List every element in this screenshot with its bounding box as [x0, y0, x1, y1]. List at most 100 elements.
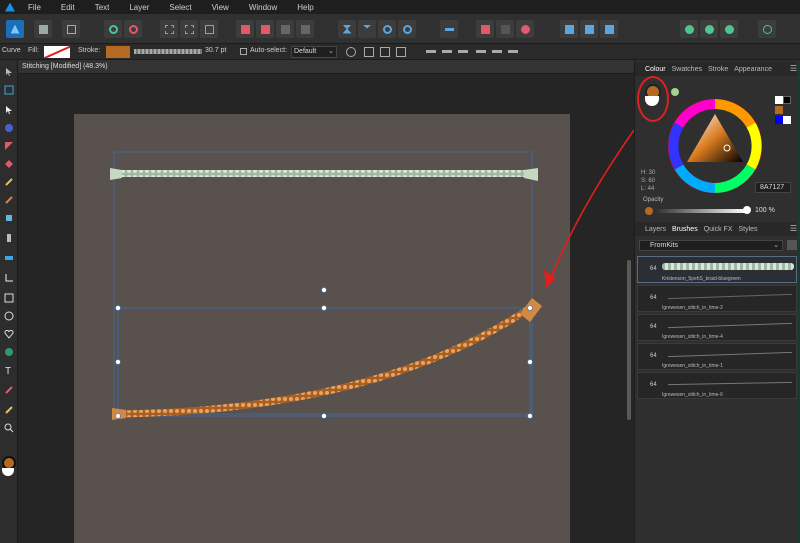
- transparency-tool-icon[interactable]: [3, 252, 15, 264]
- align-bottom-icon[interactable]: [508, 50, 518, 53]
- tab-colour[interactable]: Colour: [645, 66, 666, 73]
- rectangle-tool-icon[interactable]: [3, 292, 15, 304]
- menu-file[interactable]: File: [20, 3, 53, 12]
- boolean-divide-icon[interactable]: [560, 20, 578, 38]
- braid-bluegreen-stroke[interactable]: [114, 170, 536, 177]
- autoselect-dropdown[interactable]: Default ⌄: [291, 46, 337, 58]
- zoom-tool-icon[interactable]: [3, 422, 15, 434]
- preview-icon[interactable]: [720, 20, 738, 38]
- vertical-scrollbar[interactable]: [627, 260, 631, 420]
- corner-tool-icon[interactable]: [3, 140, 15, 152]
- show-bbox-icon[interactable]: [396, 47, 406, 57]
- eyedropper-tool-icon[interactable]: [3, 384, 15, 396]
- recent-swatch-blue[interactable]: [775, 116, 783, 124]
- ellipse-tool-icon[interactable]: [3, 310, 15, 322]
- shape-tool-icon[interactable]: [3, 346, 15, 358]
- autoselect-checkbox[interactable]: [240, 48, 247, 55]
- hex-input[interactable]: 8A7127: [755, 182, 791, 193]
- stroke-width-value[interactable]: 30.7 pt: [205, 47, 226, 54]
- brush-item[interactable]: 64 Igrewesen_stitch_in_time-1: [637, 343, 797, 370]
- rotate-right-icon[interactable]: [398, 20, 416, 38]
- menu-layer[interactable]: Layer: [121, 3, 161, 12]
- node-tool-icon[interactable]: [3, 104, 15, 116]
- order-back-icon[interactable]: [236, 20, 254, 38]
- place-tool-icon[interactable]: [3, 232, 15, 244]
- brush-item[interactable]: 64 Igrewesen_stitch_in_time-2: [637, 285, 797, 312]
- snap-options-icon[interactable]: [180, 20, 198, 38]
- vector-brush-icon[interactable]: [3, 194, 15, 206]
- snap-icon[interactable]: [160, 20, 178, 38]
- text-tool-icon[interactable]: T: [3, 364, 15, 376]
- account-icon[interactable]: [758, 20, 776, 38]
- align-right-icon[interactable]: [458, 50, 468, 53]
- brush-item[interactable]: 64 Igrewesen_stitch_in_time-6: [637, 372, 797, 399]
- menu-text[interactable]: Text: [87, 3, 122, 12]
- pencil-tool-icon[interactable]: [3, 176, 15, 188]
- tab-quick-fx[interactable]: Quick FX: [704, 226, 733, 233]
- align-left-icon[interactable]: [426, 50, 436, 53]
- recent-swatch-white-2[interactable]: [783, 116, 791, 124]
- boolean-intersect-icon[interactable]: [516, 20, 534, 38]
- brushes-menu-icon[interactable]: ☰: [790, 224, 797, 233]
- align-icon[interactable]: [440, 20, 458, 38]
- preferences-icon[interactable]: [124, 20, 142, 38]
- menu-select[interactable]: Select: [161, 3, 203, 12]
- opacity-value[interactable]: 100 %: [755, 207, 775, 214]
- align-middle-icon[interactable]: [492, 50, 502, 53]
- artboard-tool-icon[interactable]: [3, 84, 15, 96]
- brush-list-view-icon[interactable]: [787, 240, 797, 250]
- opacity-slider[interactable]: [657, 209, 747, 213]
- gradient-tool-icon[interactable]: [3, 404, 15, 416]
- menu-view[interactable]: View: [204, 3, 241, 12]
- tab-stroke[interactable]: Stroke: [708, 66, 728, 73]
- boolean-xor-icon[interactable]: [580, 20, 598, 38]
- curve-stroke-braid[interactable]: [117, 305, 532, 418]
- stroke-preview[interactable]: [134, 49, 202, 54]
- fill-colour-well[interactable]: [2, 468, 14, 476]
- boolean-add-icon[interactable]: [476, 20, 494, 38]
- fill-tool-icon[interactable]: [3, 212, 15, 224]
- assistant-icon[interactable]: [680, 20, 698, 38]
- tab-appearance[interactable]: Appearance: [734, 66, 772, 73]
- order-backward-icon[interactable]: [296, 20, 314, 38]
- grid-icon[interactable]: [200, 20, 218, 38]
- align-top-icon[interactable]: [476, 50, 486, 53]
- menu-window[interactable]: Window: [241, 3, 289, 12]
- tab-brushes[interactable]: Brushes: [672, 226, 698, 233]
- boolean-subtract-icon[interactable]: [496, 20, 514, 38]
- picker-icon[interactable]: [671, 88, 679, 96]
- menu-edit[interactable]: Edit: [53, 3, 87, 12]
- recent-swatch-orange[interactable]: [775, 106, 783, 114]
- transform-origin-icon[interactable]: [346, 47, 356, 57]
- pixel-persona-icon[interactable]: [34, 20, 52, 38]
- brush-item[interactable]: 64 Kristenson_5pehS_braid-bluegreen: [637, 256, 797, 283]
- point-transform-icon[interactable]: [3, 122, 15, 134]
- panel-menu-icon[interactable]: ☰: [790, 64, 797, 73]
- fill-swatch[interactable]: [44, 46, 70, 58]
- rotate-left-icon[interactable]: [378, 20, 396, 38]
- flip-horizontal-icon[interactable]: [338, 20, 356, 38]
- heart-tool-icon[interactable]: [3, 328, 15, 340]
- align-center-icon[interactable]: [442, 50, 452, 53]
- tab-swatches[interactable]: Swatches: [672, 66, 702, 73]
- designer-persona-icon[interactable]: [6, 20, 24, 38]
- order-forward-icon[interactable]: [276, 20, 294, 38]
- order-front-icon[interactable]: [256, 20, 274, 38]
- distribute-vertical-icon[interactable]: [380, 47, 390, 57]
- pen-tool-icon[interactable]: [3, 158, 15, 170]
- tab-styles[interactable]: Styles: [739, 226, 758, 233]
- view-mode-icon[interactable]: [700, 20, 718, 38]
- export-persona-icon[interactable]: [62, 20, 80, 38]
- stroke-swatch[interactable]: [106, 46, 130, 58]
- document-setup-icon[interactable]: [104, 20, 122, 38]
- crop-tool-icon[interactable]: [3, 272, 15, 284]
- menu-help[interactable]: Help: [289, 3, 325, 12]
- opacity-slider-thumb[interactable]: [743, 206, 751, 214]
- geometry-icon[interactable]: [600, 20, 618, 38]
- recent-swatch-black[interactable]: [783, 96, 791, 104]
- brush-item[interactable]: 64 Igrewesen_stitch_in_time-4: [637, 314, 797, 341]
- move-tool-icon[interactable]: [3, 66, 15, 78]
- recent-swatch-white[interactable]: [775, 96, 783, 104]
- distribute-icon[interactable]: [364, 47, 374, 57]
- selection-handles[interactable]: [115, 287, 533, 419]
